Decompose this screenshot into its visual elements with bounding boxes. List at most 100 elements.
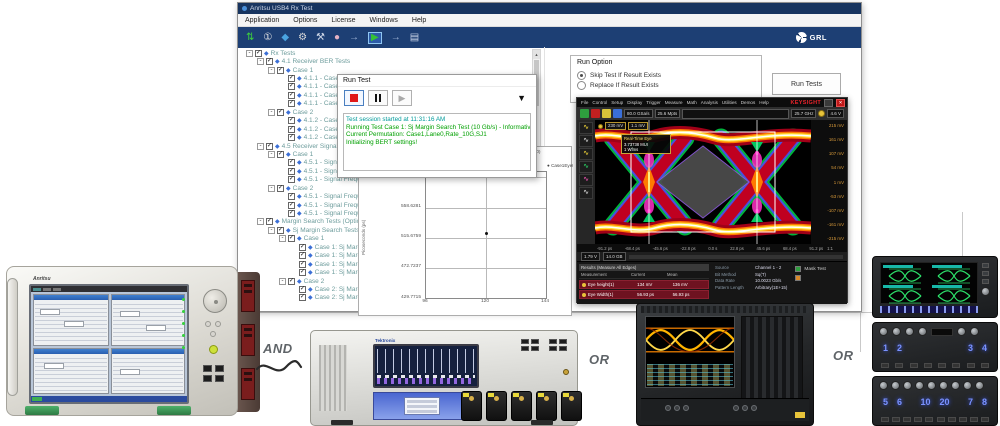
radio-option[interactable]: Skip Test If Result Exists: [577, 70, 755, 80]
scope-menu-item[interactable]: Utilities: [720, 100, 739, 105]
waveform-icon[interactable]: ∿: [579, 135, 593, 147]
tree-checkbox[interactable]: ✓: [288, 202, 295, 209]
stop-chip[interactable]: [591, 109, 600, 118]
toolbar-icon[interactable]: ①: [263, 33, 272, 43]
tree-expand-toggle[interactable]: -: [268, 67, 275, 74]
tree-item-label[interactable]: 4.1 Receiver BER Tests: [282, 58, 351, 65]
tree-expand-toggle[interactable]: -: [257, 218, 264, 225]
tree-checkbox[interactable]: ✓: [288, 193, 295, 200]
status-scrollbar[interactable]: [629, 255, 843, 259]
waveform-icon[interactable]: ∿: [579, 122, 593, 134]
tree-checkbox[interactable]: ✓: [288, 210, 295, 217]
menu-item[interactable]: Windows: [363, 17, 405, 24]
tree-checkbox[interactable]: ✓: [299, 269, 306, 276]
mask-checkbox-green[interactable]: [795, 266, 801, 272]
radio-circle[interactable]: [577, 71, 586, 80]
tree-checkbox[interactable]: ✓: [277, 185, 284, 192]
tree-item-label[interactable]: Case 1: [293, 67, 314, 74]
play-button[interactable]: ▶: [392, 90, 412, 106]
tree-checkbox[interactable]: ✓: [288, 159, 295, 166]
waveform-icon[interactable]: ∿: [579, 187, 593, 199]
waveform-icon[interactable]: ∿: [579, 148, 593, 160]
trigger-icon[interactable]: [818, 110, 825, 117]
dropdown-icon[interactable]: ▼: [517, 93, 530, 103]
doc-chip[interactable]: [613, 109, 622, 118]
tree-row[interactable]: - ✓ ◆ 4.1 Receiver BER Tests: [244, 57, 532, 65]
scope-menu-item[interactable]: Display: [625, 100, 644, 105]
scope-menu-item[interactable]: Setup: [609, 100, 625, 105]
pause-button[interactable]: [368, 90, 388, 106]
toolbar-icon[interactable]: →: [349, 33, 359, 43]
menu-item[interactable]: Help: [405, 17, 433, 24]
tree-checkbox[interactable]: ✓: [288, 235, 295, 242]
tree-checkbox[interactable]: ✓: [299, 252, 306, 259]
tree-checkbox[interactable]: ✓: [288, 278, 295, 285]
tree-item-label[interactable]: Case 2: [293, 185, 314, 192]
toolbar-icon[interactable]: ▶: [368, 32, 382, 44]
tree-item-label[interactable]: Sj Margin Search Tests: [293, 227, 360, 234]
tree-checkbox[interactable]: ✓: [288, 75, 295, 82]
toolbar-icon[interactable]: ⇅: [246, 33, 254, 43]
scope-menu-item[interactable]: Demos: [739, 100, 758, 105]
run-chip[interactable]: [580, 109, 589, 118]
tree-item-label[interactable]: Case 1: [293, 151, 314, 158]
tree-checkbox[interactable]: ✓: [277, 151, 284, 158]
waveform-icon[interactable]: ∿: [579, 161, 593, 173]
tree-checkbox[interactable]: ✓: [299, 294, 306, 301]
tree-checkbox[interactable]: ✓: [277, 109, 284, 116]
tree-checkbox[interactable]: ✓: [299, 286, 306, 293]
scope-menu-item[interactable]: Help: [757, 100, 770, 105]
tree-checkbox[interactable]: ✓: [288, 83, 295, 90]
toolbar-icon[interactable]: →: [391, 33, 401, 43]
scope-menu-item[interactable]: Measure: [663, 100, 685, 105]
toolbar-icon[interactable]: ◆: [281, 33, 289, 43]
tree-expand-toggle[interactable]: -: [279, 278, 286, 285]
radio-option[interactable]: Replace If Result Exists: [577, 80, 755, 90]
toolbar-icon[interactable]: ⚒: [316, 33, 325, 43]
tree-expand-toggle[interactable]: -: [279, 235, 286, 242]
tree-checkbox[interactable]: ✓: [288, 126, 295, 133]
menu-item[interactable]: Application: [238, 17, 286, 24]
toolbar-icon[interactable]: ●: [334, 33, 340, 43]
tree-expand-toggle[interactable]: -: [246, 50, 253, 57]
tree-checkbox[interactable]: ✓: [288, 134, 295, 141]
toolbar-icon[interactable]: ⚙: [298, 33, 307, 43]
tree-checkbox[interactable]: ✓: [266, 218, 273, 225]
tree-item-label[interactable]: Case 2: [293, 109, 314, 116]
tree-checkbox[interactable]: ✓: [288, 92, 295, 99]
tree-item-label[interactable]: Case 2: [304, 278, 325, 285]
scope-menu-item[interactable]: Math: [685, 100, 699, 105]
scope-menu-item[interactable]: File: [579, 100, 590, 105]
tree-expand-toggle[interactable]: -: [268, 227, 275, 234]
scope-menu-item[interactable]: Trigger: [644, 100, 662, 105]
tree-checkbox[interactable]: ✓: [288, 168, 295, 175]
mask-checkbox-orange[interactable]: [795, 275, 801, 281]
result-row[interactable]: Eye Width(1) 56.93 ps 56.93 ps: [579, 290, 709, 299]
scope-menu-item[interactable]: Control: [590, 100, 609, 105]
result-row[interactable]: Eye height(1) 134 mV 136 mV: [579, 280, 709, 289]
tree-checkbox[interactable]: ✓: [288, 100, 295, 107]
tree-expand-toggle[interactable]: -: [268, 109, 275, 116]
tree-item-label[interactable]: Rx Tests: [271, 50, 296, 57]
run-tests-button[interactable]: Run Tests: [772, 73, 841, 95]
tree-item-label[interactable]: Case 1: [304, 235, 325, 242]
tree-checkbox[interactable]: ✓: [277, 227, 284, 234]
scrollbar-up-arrow[interactable]: ▲: [533, 50, 540, 59]
tree-expand-toggle[interactable]: -: [257, 58, 264, 65]
tree-checkbox[interactable]: ✓: [277, 67, 284, 74]
menu-item[interactable]: Options: [286, 17, 324, 24]
tree-row[interactable]: - ✓ ◆ Rx Tests: [244, 49, 532, 57]
tree-expand-toggle[interactable]: -: [268, 151, 275, 158]
tree-checkbox[interactable]: ✓: [255, 50, 262, 57]
minimize-button[interactable]: [824, 99, 833, 107]
tree-expand-toggle[interactable]: -: [268, 185, 275, 192]
tree-checkbox[interactable]: ✓: [299, 261, 306, 268]
tree-checkbox[interactable]: ✓: [266, 58, 273, 65]
menu-item[interactable]: License: [324, 17, 362, 24]
radio-circle[interactable]: [577, 81, 586, 90]
waveform-icon[interactable]: ∿: [579, 174, 593, 186]
stop-button[interactable]: [344, 90, 364, 106]
tree-checkbox[interactable]: ✓: [266, 143, 273, 150]
toolbar-icon[interactable]: ▤: [410, 33, 419, 43]
tree-expand-toggle[interactable]: -: [257, 143, 264, 150]
